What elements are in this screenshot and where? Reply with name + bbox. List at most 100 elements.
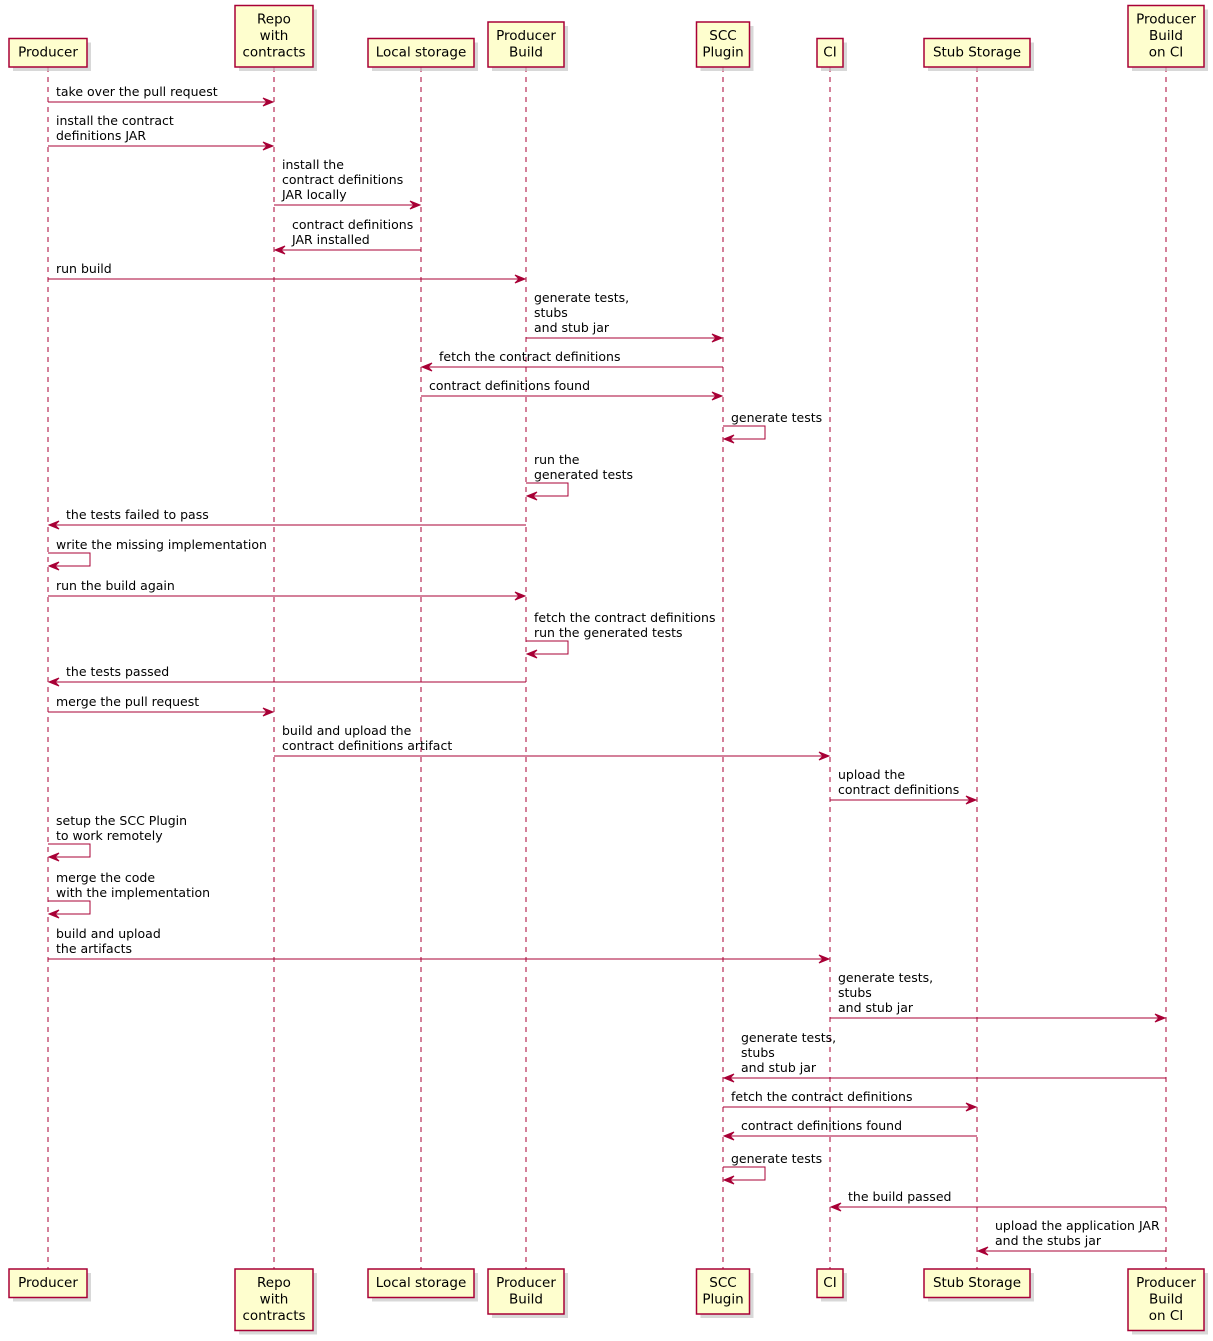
message-label: stubs xyxy=(534,305,568,320)
message: upload thecontract definitions xyxy=(830,767,978,805)
participant-buildci-bottom: ProducerBuildon CI xyxy=(1127,1268,1208,1335)
participant-local-bottom: Local storage xyxy=(367,1268,478,1302)
message-label: setup the SCC Plugin xyxy=(56,813,187,828)
participant-stub-bottom: Stub Storage xyxy=(923,1268,1034,1302)
message-label: run build xyxy=(56,261,112,276)
participant-build-top: ProducerBuild xyxy=(487,21,568,71)
lifelines xyxy=(47,67,1167,1269)
messages: take over the pull request install the co… xyxy=(47,84,1167,1256)
message: merge the pull request xyxy=(48,694,275,717)
message: install thecontract definitionsJAR local… xyxy=(274,157,422,210)
message-label: and stub jar xyxy=(534,320,610,335)
message-label: and the stubs jar xyxy=(995,1233,1102,1248)
message-label: take over the pull request xyxy=(56,84,218,99)
message-label: to work remotely xyxy=(56,828,163,843)
message: fetch the contract definitions xyxy=(723,1089,978,1112)
participant-stub-top: Stub Storage xyxy=(923,37,1034,71)
sequence-diagram: ProducerRepowithcontracts Local storagePr… xyxy=(8,4,1208,1335)
message: generate tests,stubsand stub jar xyxy=(830,970,1167,1023)
message-label: build and upload xyxy=(56,926,161,941)
participants-bottom: Producer Repowithcontracts Local storage Pr… xyxy=(8,1268,1208,1335)
message-label: generate tests xyxy=(731,410,822,425)
message-label: merge the pull request xyxy=(56,694,199,709)
message-label: contract definitions xyxy=(292,217,413,232)
message-label: definitions JAR xyxy=(56,128,146,143)
message: fetch the contract definitionsrun the ge… xyxy=(525,610,716,659)
participant-scc-top: SCCPlugin xyxy=(695,21,754,71)
message: generate tests,stubsand stub jar xyxy=(722,1030,1166,1083)
message-label: install the contract xyxy=(56,113,174,128)
participant-label: contracts xyxy=(242,1308,305,1324)
message-label: install the xyxy=(282,157,344,172)
message-label: the tests passed xyxy=(66,664,169,679)
participant-label: Producer xyxy=(1136,12,1196,28)
message: the tests passed xyxy=(47,664,526,687)
message: upload the application JARand the stubs … xyxy=(976,1218,1166,1256)
participant-scc-bottom: SCCPlugin xyxy=(695,1268,754,1318)
message: merge the codewith the implementation xyxy=(47,870,210,919)
message: generate tests xyxy=(722,1151,822,1185)
message-label: generate tests xyxy=(731,1151,822,1166)
message-label: and stub jar xyxy=(838,1000,914,1015)
message: install the contractdefinitions JAR xyxy=(48,113,275,151)
message-label: the tests failed to pass xyxy=(66,507,209,522)
message: the build passed xyxy=(829,1189,1166,1212)
participant-label: Plugin xyxy=(702,45,743,61)
message-label: generate tests, xyxy=(741,1030,836,1045)
message-label: upload the xyxy=(838,767,905,782)
message: build and upload thecontract definitions… xyxy=(274,723,831,761)
message-label: contract definitions found xyxy=(741,1118,902,1133)
message: build and uploadthe artifacts xyxy=(48,926,831,964)
message-label: with the implementation xyxy=(56,885,210,900)
participant-label: Local storage xyxy=(376,45,467,61)
message-label: contract definitions artifact xyxy=(282,738,452,753)
message-label: write the missing implementation xyxy=(56,537,267,552)
participant-ci-bottom: CI xyxy=(816,1268,847,1302)
message-label: stubs xyxy=(741,1045,775,1060)
message-label: run the build again xyxy=(56,578,175,593)
participant-label: CI xyxy=(823,45,836,61)
message-label: upload the application JAR xyxy=(995,1218,1160,1233)
message-label: fetch the contract definitions xyxy=(534,610,716,625)
message: run build xyxy=(48,261,527,284)
participant-label: Build xyxy=(1149,28,1183,44)
message-label: generate tests, xyxy=(838,970,933,985)
participant-label: SCC xyxy=(709,28,736,44)
message-label: generate tests, xyxy=(534,290,629,305)
participant-repo-bottom: Repowithcontracts xyxy=(234,1268,317,1335)
participant-label: SCC xyxy=(709,1275,736,1291)
participant-label: Repo xyxy=(257,12,291,28)
message-label: stubs xyxy=(838,985,872,1000)
message: the tests failed to pass xyxy=(47,507,526,530)
participant-ci-top: CI xyxy=(816,37,847,71)
participant-label: CI xyxy=(823,1275,836,1291)
message-label: fetch the contract definitions xyxy=(731,1089,913,1104)
message: fetch the contract definitions xyxy=(420,349,723,372)
message-label: contract definitions found xyxy=(429,378,590,393)
message-label: build and upload the xyxy=(282,723,412,738)
message-label: contract definitions xyxy=(282,172,403,187)
message-label: the artifacts xyxy=(56,941,132,956)
message-label: run the generated tests xyxy=(534,625,683,640)
participant-label: Producer xyxy=(1136,1275,1196,1291)
message-label: the build passed xyxy=(848,1189,951,1204)
message: generate tests,stubsand stub jar xyxy=(526,290,724,343)
participant-build-bottom: ProducerBuild xyxy=(487,1268,568,1318)
message-label: and stub jar xyxy=(741,1060,817,1075)
participant-label: with xyxy=(260,28,289,44)
participant-label: Stub Storage xyxy=(933,1275,1021,1291)
participant-repo-top: Repowithcontracts xyxy=(234,4,317,71)
participants-top: Producer Repowithcontracts Local storage Pr… xyxy=(8,4,1208,71)
message-label: JAR installed xyxy=(291,232,370,247)
message-label: merge the code xyxy=(56,870,155,885)
message: contract definitions found xyxy=(421,378,724,401)
participant-producer-top: Producer xyxy=(8,37,91,71)
message-label: run the xyxy=(534,452,580,467)
message: write the missing implementation xyxy=(47,537,267,571)
message-label: contract definitions xyxy=(838,782,959,797)
message: contract definitionsJAR installed xyxy=(273,217,421,255)
participant-label: Build xyxy=(509,45,543,61)
message-label: generated tests xyxy=(534,467,633,482)
participant-label: Producer xyxy=(18,1275,78,1291)
participant-label: Build xyxy=(1149,1292,1183,1308)
